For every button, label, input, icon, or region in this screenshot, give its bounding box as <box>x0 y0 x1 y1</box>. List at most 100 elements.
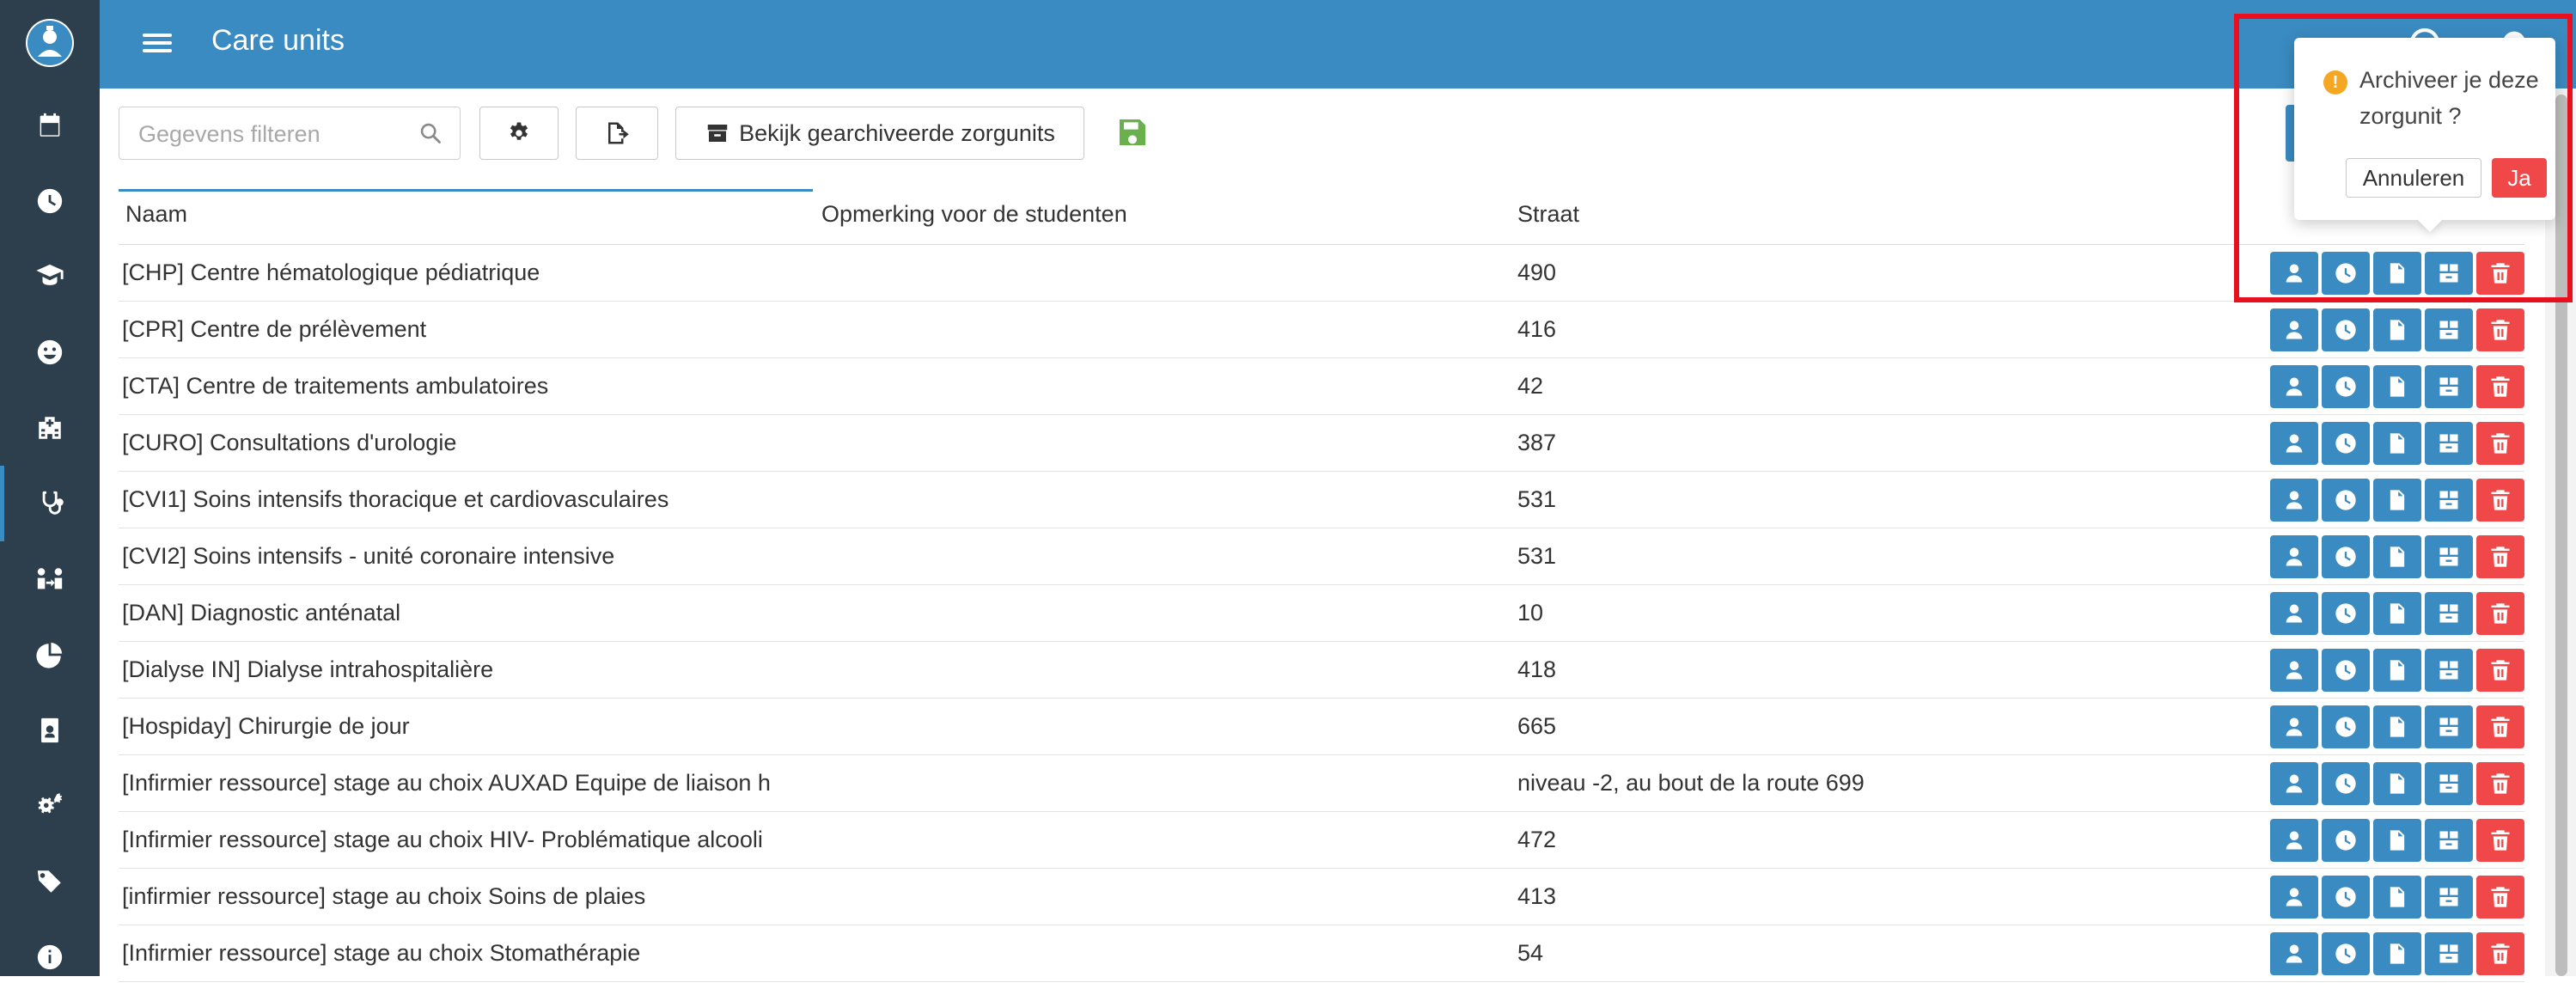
trash-action-button[interactable] <box>2476 705 2524 748</box>
column-header-street[interactable]: Straat <box>1517 201 1579 228</box>
export-button[interactable] <box>576 107 658 160</box>
trash-action-button[interactable] <box>2476 762 2524 805</box>
clock-action-button[interactable] <box>2322 649 2370 692</box>
search-icon[interactable] <box>418 121 443 145</box>
table-row[interactable]: [CPR] Centre de prélèvement 416 <box>119 302 2524 358</box>
table-row[interactable]: [infirmier ressource] stage au choix Soi… <box>119 869 2524 925</box>
trash-action-button[interactable] <box>2476 932 2524 975</box>
document-action-button[interactable] <box>2373 252 2421 295</box>
user-action-button[interactable] <box>2270 932 2318 975</box>
clock-action-button[interactable] <box>2322 705 2370 748</box>
save-icon[interactable] <box>1115 115 1150 150</box>
document-action-button[interactable] <box>2373 422 2421 465</box>
clock-action-button[interactable] <box>2322 252 2370 295</box>
nav-clock[interactable] <box>0 163 100 239</box>
clock-action-button[interactable] <box>2322 479 2370 522</box>
menu-toggle-icon[interactable] <box>143 29 172 58</box>
archive-action-button[interactable] <box>2425 705 2473 748</box>
table-row[interactable]: [CVI2] Soins intensifs - unité coronaire… <box>119 528 2524 585</box>
document-action-button[interactable] <box>2373 932 2421 975</box>
trash-action-button[interactable] <box>2476 308 2524 351</box>
document-action-button[interactable] <box>2373 535 2421 578</box>
clock-action-button[interactable] <box>2322 819 2370 862</box>
table-row[interactable]: [Infirmier ressource] stage au choix AUX… <box>119 755 2524 812</box>
user-action-button[interactable] <box>2270 819 2318 862</box>
table-row[interactable]: [DAN] Diagnostic anténatal 10 <box>119 585 2524 642</box>
table-row[interactable]: [CVI1] Soins intensifs thoracique et car… <box>119 472 2524 528</box>
archive-action-button[interactable] <box>2425 479 2473 522</box>
nav-exchange[interactable] <box>0 541 100 617</box>
table-row[interactable]: [Infirmier ressource] stage au choix Sto… <box>119 925 2524 982</box>
archive-action-button[interactable] <box>2425 819 2473 862</box>
user-action-button[interactable] <box>2270 479 2318 522</box>
user-action-button[interactable] <box>2270 876 2318 919</box>
user-action-button[interactable] <box>2270 705 2318 748</box>
trash-action-button[interactable] <box>2476 422 2524 465</box>
nav-students[interactable] <box>0 239 100 314</box>
column-header-note[interactable]: Opmerking voor de studenten <box>821 201 1127 228</box>
document-action-button[interactable] <box>2373 876 2421 919</box>
user-action-button[interactable] <box>2270 649 2318 692</box>
clock-action-button[interactable] <box>2322 365 2370 408</box>
user-action-button[interactable] <box>2270 762 2318 805</box>
archive-action-button[interactable] <box>2425 535 2473 578</box>
column-header-name[interactable]: Naam <box>125 201 187 228</box>
trash-action-button[interactable] <box>2476 479 2524 522</box>
cancel-button[interactable]: Annuleren <box>2346 158 2481 198</box>
trash-action-button[interactable] <box>2476 365 2524 408</box>
archive-action-button[interactable] <box>2425 649 2473 692</box>
nav-smiley[interactable] <box>0 314 100 390</box>
trash-action-button[interactable] <box>2476 649 2524 692</box>
user-action-button[interactable] <box>2270 422 2318 465</box>
archive-action-button[interactable] <box>2425 932 2473 975</box>
archive-action-button[interactable] <box>2425 308 2473 351</box>
clock-action-button[interactable] <box>2322 932 2370 975</box>
table-row[interactable]: [CHP] Centre hématologique pédiatrique 49… <box>119 245 2524 302</box>
nav-hospitals[interactable] <box>0 390 100 466</box>
clock-action-button[interactable] <box>2322 876 2370 919</box>
table-row[interactable]: [Infirmier ressource] stage au choix HIV… <box>119 812 2524 869</box>
user-action-button[interactable] <box>2270 252 2318 295</box>
document-action-button[interactable] <box>2373 649 2421 692</box>
table-row[interactable]: [CURO] Consultations d'urologie 387 <box>119 415 2524 472</box>
user-action-button[interactable] <box>2270 592 2318 635</box>
archive-action-button[interactable] <box>2425 592 2473 635</box>
document-action-button[interactable] <box>2373 479 2421 522</box>
table-row[interactable]: [Hospiday] Chirurgie de jour 665 <box>119 699 2524 755</box>
nav-badges[interactable] <box>0 693 100 768</box>
trash-action-button[interactable] <box>2476 876 2524 919</box>
clock-action-button[interactable] <box>2322 762 2370 805</box>
confirm-yes-button[interactable]: Ja <box>2492 158 2547 198</box>
archive-action-button[interactable] <box>2425 422 2473 465</box>
search-input[interactable] <box>119 107 424 161</box>
archive-action-button[interactable] <box>2425 876 2473 919</box>
view-archived-button[interactable]: Bekijk gearchiveerde zorgunits <box>675 107 1084 160</box>
table-row[interactable]: [Dialyse IN] Dialyse intrahospitalière 41… <box>119 642 2524 699</box>
user-action-button[interactable] <box>2270 535 2318 578</box>
user-action-button[interactable] <box>2270 365 2318 408</box>
document-action-button[interactable] <box>2373 308 2421 351</box>
archive-action-button[interactable] <box>2425 762 2473 805</box>
app-logo[interactable] <box>26 19 74 67</box>
nav-info[interactable] <box>0 919 100 995</box>
document-action-button[interactable] <box>2373 762 2421 805</box>
trash-action-button[interactable] <box>2476 535 2524 578</box>
table-row[interactable]: [CTA] Centre de traitements ambulatoires… <box>119 358 2524 415</box>
clock-action-button[interactable] <box>2322 535 2370 578</box>
settings-button[interactable] <box>479 107 559 160</box>
document-action-button[interactable] <box>2373 365 2421 408</box>
nav-care-units[interactable] <box>0 466 100 541</box>
trash-action-button[interactable] <box>2476 592 2524 635</box>
trash-action-button[interactable] <box>2476 252 2524 295</box>
clock-action-button[interactable] <box>2322 308 2370 351</box>
document-action-button[interactable] <box>2373 819 2421 862</box>
user-action-button[interactable] <box>2270 308 2318 351</box>
document-action-button[interactable] <box>2373 705 2421 748</box>
archive-action-button[interactable] <box>2425 365 2473 408</box>
nav-tags[interactable] <box>0 844 100 919</box>
clock-action-button[interactable] <box>2322 592 2370 635</box>
scrollbar-thumb[interactable] <box>2555 95 2567 976</box>
nav-statistics[interactable] <box>0 617 100 693</box>
trash-action-button[interactable] <box>2476 819 2524 862</box>
document-action-button[interactable] <box>2373 592 2421 635</box>
